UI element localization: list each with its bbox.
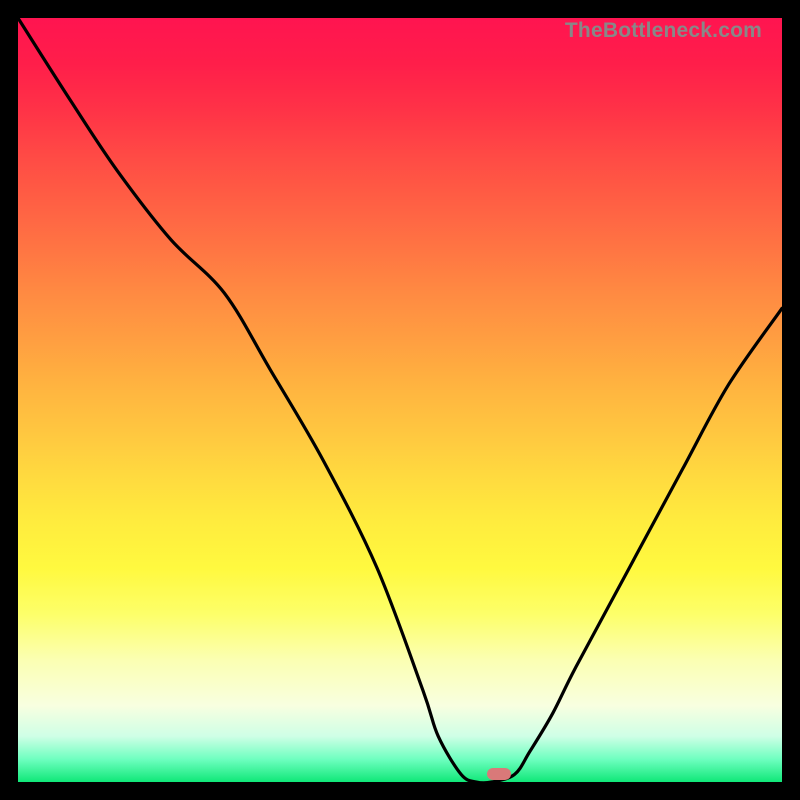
plot-area: TheBottleneck.com — [18, 18, 782, 782]
curve-path — [18, 18, 782, 783]
optimal-point-marker — [487, 768, 511, 780]
chart-frame: TheBottleneck.com — [0, 0, 800, 800]
bottleneck-curve — [18, 18, 782, 782]
